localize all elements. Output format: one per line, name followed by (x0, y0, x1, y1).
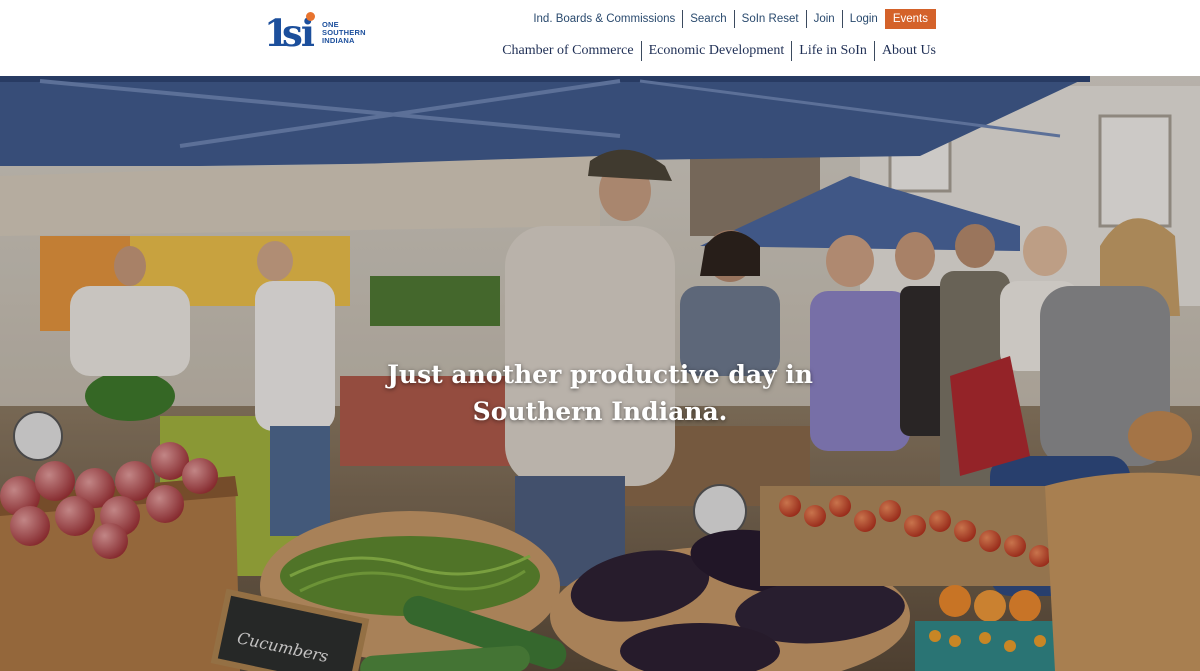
nav-about-us[interactable]: About Us (873, 41, 936, 61)
logo-dot-icon (306, 12, 315, 21)
hero-heading: Just another productive day in Southern … (387, 360, 813, 426)
util-link-join[interactable]: Join (805, 10, 842, 28)
util-link-soin-reset[interactable]: SoIn Reset (733, 10, 806, 28)
logo-mark: 1 si (264, 12, 316, 53)
main-nav: Chamber of Commerce Economic Development… (502, 40, 936, 62)
nav-chamber-of-commerce[interactable]: Chamber of Commerce (502, 41, 640, 61)
nav-economic-development[interactable]: Economic Development (640, 41, 792, 61)
utility-nav: Ind. Boards & Commissions Search SoIn Re… (533, 9, 936, 29)
site-logo[interactable]: 1 si ONE SOUTHERN INDIANA (264, 12, 376, 54)
nav-life-in-soin[interactable]: Life in SoIn (791, 41, 874, 61)
util-link-login[interactable]: Login (841, 10, 885, 28)
events-button[interactable]: Events (884, 9, 936, 29)
site-header: 1 si ONE SOUTHERN INDIANA Ind. Boards & … (0, 0, 1200, 76)
util-link-boards[interactable]: Ind. Boards & Commissions (533, 10, 682, 28)
hero-banner: Cucumbers Just another productive day in… (0, 76, 1200, 671)
logo-wordmark: ONE SOUTHERN INDIANA (322, 20, 366, 45)
util-link-search[interactable]: Search (682, 10, 733, 28)
